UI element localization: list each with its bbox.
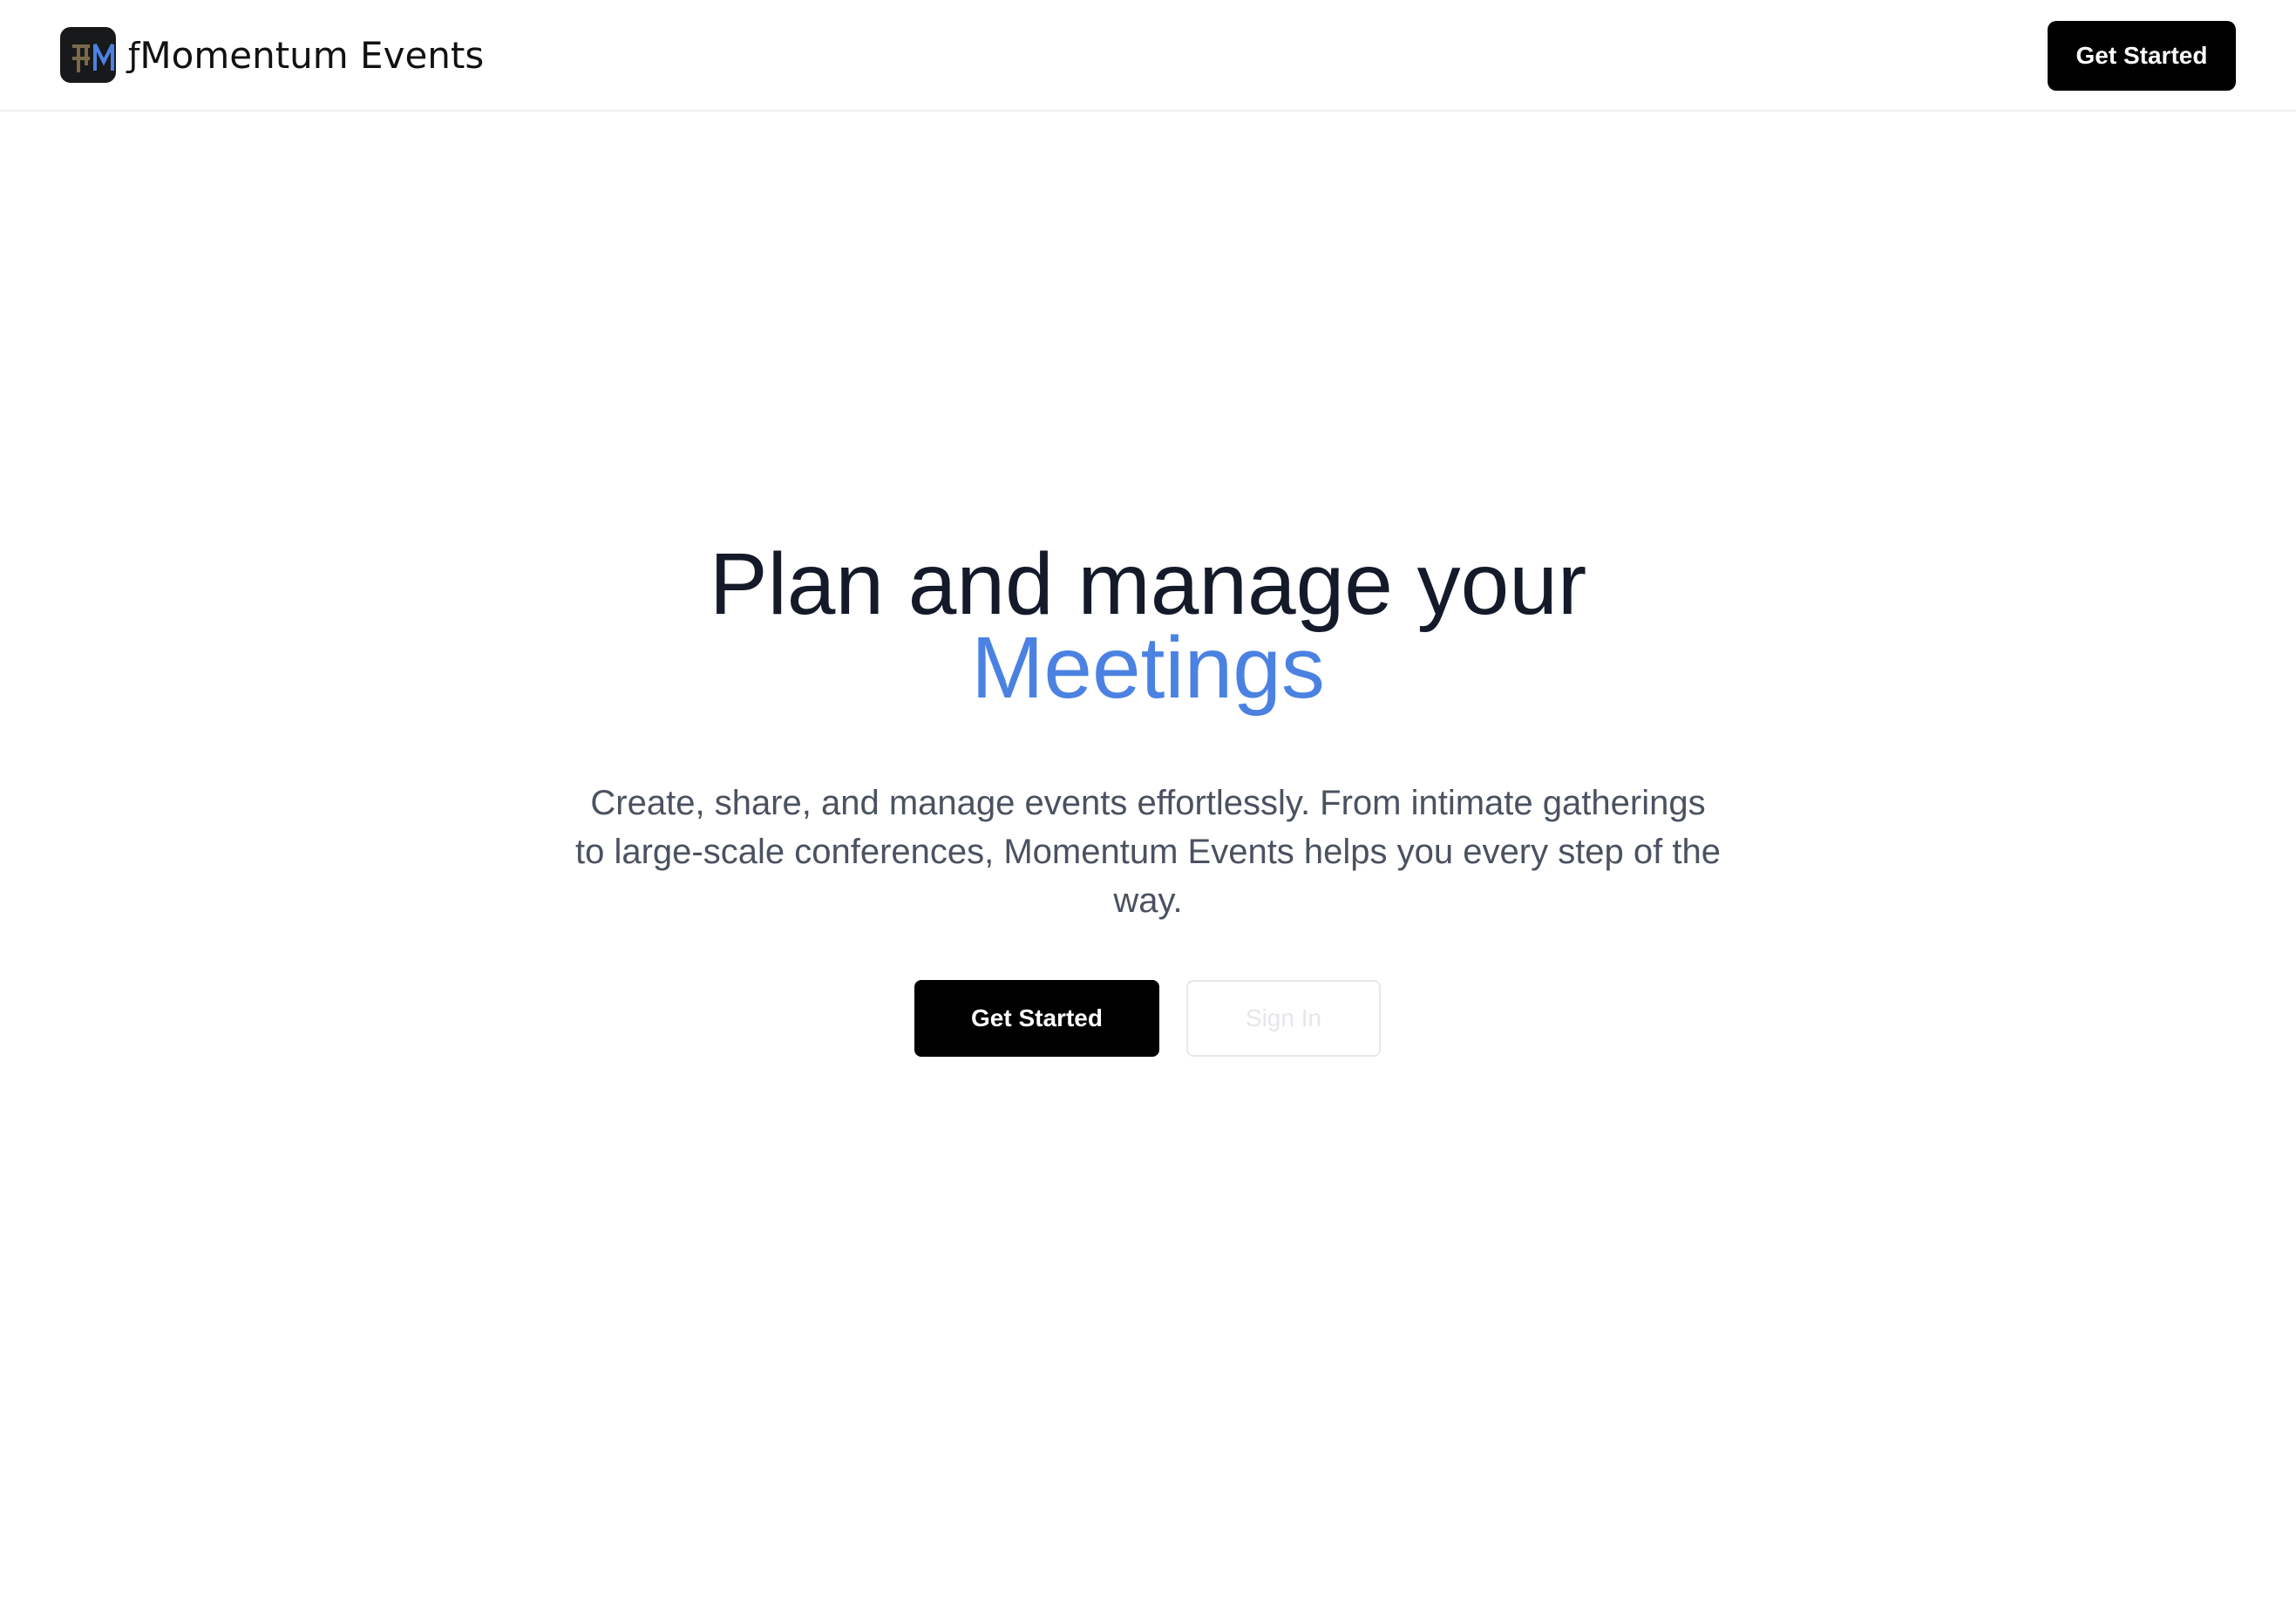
brand-name: ƒ Momentum Events — [128, 34, 484, 77]
hero-subtitle: Create, share, and manage events effortl… — [574, 784, 1721, 920]
momentum-events-logo-icon — [60, 27, 116, 83]
brand-link[interactable]: ƒ Momentum Events — [60, 27, 484, 83]
hero-cta-row: Get Started Sign In — [0, 980, 2296, 1057]
sign-in-button[interactable]: Sign In — [1186, 980, 1381, 1057]
top-navbar: ƒ Momentum Events Get Started — [0, 0, 2296, 112]
brand-name-text: Momentum Events — [139, 33, 485, 77]
hero-headline-accent: Meetings — [971, 619, 1325, 717]
brand-glyph: ƒ — [128, 36, 140, 74]
landing-page: ƒ Momentum Events Get Started Plan and m… — [0, 0, 2296, 1613]
hero-headline: Plan and manage your Meetings — [0, 541, 2296, 717]
header-get-started-button[interactable]: Get Started — [2048, 21, 2236, 91]
get-started-button[interactable]: Get Started — [914, 980, 1159, 1057]
